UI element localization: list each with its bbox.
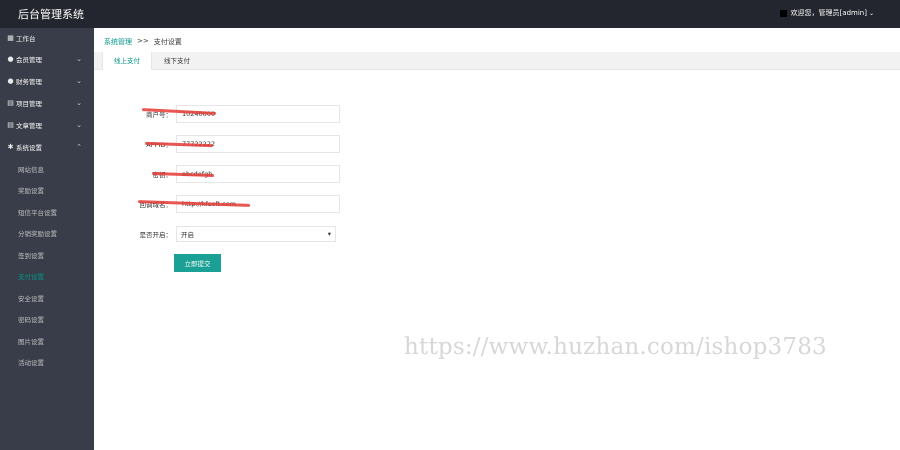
submenu-item-payment[interactable]: 支付设置 bbox=[0, 266, 94, 288]
sidebar: ▦ 工作台 ● 会员管理 ⌄ ● 财务管理 ⌄ ▤ 项目管理 ⌄ ▤ 文章管理 … bbox=[0, 28, 94, 450]
top-bar: 后台管理系统 欢迎您，管理员[admin] ⌄ bbox=[0, 0, 900, 28]
watermark: https://www.huzhan.com/ishop3783 bbox=[404, 334, 827, 360]
sidebar-item-dashboard[interactable]: ▦ 工作台 bbox=[0, 28, 94, 48]
finance-icon: ● bbox=[7, 77, 14, 85]
sidebar-item-members[interactable]: ● 会员管理 ⌄ bbox=[0, 48, 94, 70]
chevron-down-icon: ⌄ bbox=[76, 55, 82, 63]
submenu-item-distribution[interactable]: 分销奖励设置 bbox=[0, 223, 94, 245]
chevron-down-icon: ⌄ bbox=[76, 77, 82, 85]
sidebar-item-label: 系统设置 bbox=[16, 144, 42, 152]
tab-offline-payment[interactable]: 线下支付 bbox=[152, 52, 202, 70]
settings-submenu: 网站信息 奖励设置 短信平台设置 分销奖励设置 签到设置 支付设置 安全设置 密… bbox=[0, 158, 94, 373]
article-icon: ▤ bbox=[7, 121, 14, 129]
app-title: 后台管理系统 bbox=[18, 8, 84, 21]
chevron-up-icon: ⌃ bbox=[76, 143, 82, 151]
breadcrumb: 系统管理 >> 支付设置 bbox=[104, 37, 182, 47]
submenu-item-password[interactable]: 密码设置 bbox=[0, 309, 94, 331]
avatar bbox=[779, 9, 787, 17]
breadcrumb-separator: >> bbox=[137, 37, 149, 45]
settings-icon: ✱ bbox=[7, 143, 14, 151]
tab-bar: 线上支付 线下支付 bbox=[94, 52, 900, 70]
sidebar-item-settings[interactable]: ✱ 系统设置 ⌃ bbox=[0, 136, 94, 158]
user-menu[interactable]: 欢迎您，管理员[admin] ⌄ bbox=[779, 8, 874, 18]
submenu-item-activity[interactable]: 活动设置 bbox=[0, 352, 94, 374]
user-greeting: 欢迎您，管理员[admin] bbox=[790, 9, 867, 17]
sidebar-item-label: 会员管理 bbox=[16, 56, 42, 64]
enable-select[interactable]: 开启 ▾ bbox=[176, 226, 336, 242]
sidebar-item-projects[interactable]: ▤ 项目管理 ⌄ bbox=[0, 92, 94, 114]
submenu-item-reward[interactable]: 奖励设置 bbox=[0, 180, 94, 202]
sidebar-item-label: 项目管理 bbox=[16, 100, 42, 108]
chevron-down-icon: ⌄ bbox=[76, 99, 82, 107]
tab-online-payment[interactable]: 线上支付 bbox=[102, 52, 152, 70]
enable-select-value: 开启 bbox=[181, 231, 194, 239]
chevron-down-icon: ⌄ bbox=[76, 121, 82, 129]
submenu-item-checkin[interactable]: 签到设置 bbox=[0, 244, 94, 266]
sidebar-item-label: 财务管理 bbox=[16, 78, 42, 86]
submit-button[interactable]: 立即提交 bbox=[174, 254, 221, 272]
submenu-item-image[interactable]: 图片设置 bbox=[0, 330, 94, 352]
project-icon: ▤ bbox=[7, 99, 14, 107]
breadcrumb-current: 支付设置 bbox=[153, 38, 182, 46]
submenu-item-security[interactable]: 安全设置 bbox=[0, 287, 94, 309]
sidebar-item-articles[interactable]: ▤ 文章管理 ⌄ bbox=[0, 114, 94, 136]
dashboard-icon: ▦ bbox=[7, 34, 14, 42]
chevron-down-icon: ⌄ bbox=[868, 9, 874, 17]
submenu-item-sms[interactable]: 短信平台设置 bbox=[0, 201, 94, 223]
enable-label: 是否开启： bbox=[139, 231, 173, 239]
sidebar-item-label: 文章管理 bbox=[16, 122, 42, 130]
enable-row: 是否开启： 开启 ▾ bbox=[120, 226, 336, 242]
breadcrumb-parent[interactable]: 系统管理 bbox=[104, 37, 132, 47]
sidebar-item-finance[interactable]: ● 财务管理 ⌄ bbox=[0, 70, 94, 92]
dropdown-arrow-icon: ▾ bbox=[327, 230, 331, 238]
member-icon: ● bbox=[7, 55, 14, 63]
sidebar-item-label: 工作台 bbox=[16, 35, 36, 43]
submenu-item-site-info[interactable]: 网站信息 bbox=[0, 158, 94, 180]
